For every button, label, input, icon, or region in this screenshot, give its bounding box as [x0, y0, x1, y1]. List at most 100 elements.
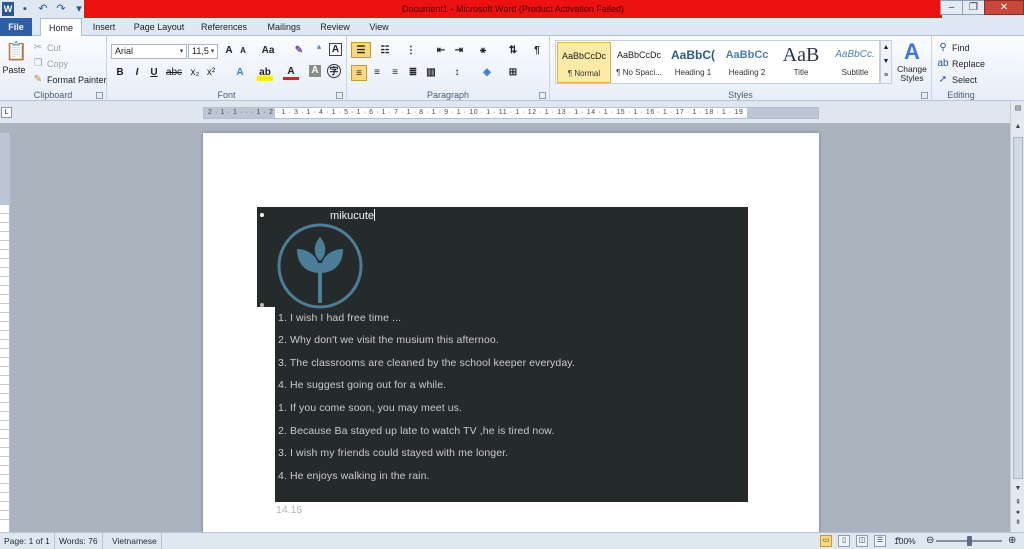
style-heading-2[interactable]: AaBbCc Heading 2 — [720, 42, 774, 83]
restore-button[interactable]: ❐ — [962, 0, 985, 15]
asian-layout-icon[interactable]: ⚹ — [475, 43, 491, 59]
increase-indent-icon[interactable]: ⇥ — [451, 43, 467, 59]
styles-gallery-scroll[interactable]: ▲ ▼ ≡ — [880, 40, 892, 84]
tab-references[interactable]: References — [198, 18, 250, 36]
shrink-font-icon[interactable]: A — [235, 43, 251, 59]
style-normal[interactable]: AaBbCcDc ¶ Normal — [557, 42, 611, 83]
justify-icon[interactable]: ≣ — [405, 65, 421, 81]
resize-handle[interactable] — [260, 303, 264, 307]
font-size-combo[interactable]: 11,5 ▾ — [188, 44, 218, 59]
minimize-button[interactable]: – — [940, 0, 963, 15]
next-page-icon[interactable]: ⇟ — [1012, 517, 1024, 529]
sentence-line[interactable]: 3. The classrooms are cleaned by the sch… — [278, 357, 575, 369]
font-launcher[interactable] — [336, 92, 343, 99]
font-color-icon[interactable]: A — [283, 65, 299, 80]
tab-home[interactable]: Home — [40, 18, 82, 37]
sentence-line[interactable]: 1. If you come soon, you may meet us. — [278, 402, 462, 414]
enclose-characters-icon[interactable]: 字 — [327, 64, 341, 78]
language-indicator[interactable]: Vietnamese — [108, 533, 162, 549]
tab-mailings[interactable]: Mailings — [262, 18, 306, 36]
web-layout-icon[interactable]: ◫ — [856, 535, 868, 547]
phonetic-guide-icon[interactable]: ª — [311, 43, 327, 59]
save-icon[interactable]: ▪ — [18, 2, 32, 16]
highlight-icon[interactable]: ab — [257, 65, 273, 81]
character-border-icon[interactable]: A — [329, 43, 342, 56]
page-text-fragment[interactable]: 14.15 — [276, 504, 302, 516]
line-spacing-icon[interactable]: ↕ — [449, 65, 465, 81]
horizontal-ruler[interactable]: 2 · 1 · 1 · · · 1 · 2 · 1 · 3 · 1 · 4 · … — [203, 107, 819, 119]
italic-button[interactable]: I — [129, 65, 145, 81]
tab-file[interactable]: File — [0, 18, 32, 36]
select-button[interactable]: ➚ Select — [937, 72, 977, 87]
sort-icon[interactable]: ⇅ — [505, 43, 521, 59]
style-no-spacing[interactable]: AaBbCcDc ¶ No Spaci... — [612, 42, 666, 83]
text-effects-icon[interactable]: A — [232, 65, 248, 81]
find-button[interactable]: ⚲ Find — [937, 40, 969, 55]
clear-formatting-icon[interactable]: ✎ — [291, 43, 307, 59]
close-button[interactable]: ✕ — [984, 0, 1024, 15]
decrease-indent-icon[interactable]: ⇤ — [433, 43, 449, 59]
change-case-icon[interactable]: Aa — [257, 43, 279, 59]
align-center-icon[interactable]: ≡ — [369, 65, 385, 81]
align-right-icon[interactable]: ≡ — [387, 65, 403, 81]
shading-icon[interactable]: ◈ — [479, 65, 495, 81]
sentence-line[interactable]: 3. I wish my friends could stayed with m… — [278, 447, 508, 459]
styles-launcher[interactable] — [921, 92, 928, 99]
tab-insert[interactable]: Insert — [88, 18, 120, 36]
paste-button[interactable]: 📋 Paste — [2, 40, 27, 80]
clipboard-launcher[interactable] — [96, 92, 103, 99]
character-shading-icon[interactable]: A — [309, 65, 321, 77]
vertical-scrollbar[interactable]: ▤ ▲ ▼ ⇞ ● ⇟ — [1010, 101, 1024, 532]
shaded-content-block[interactable]: mikucute 1. I wish I had free time ... 2… — [257, 207, 748, 502]
style-title[interactable]: AaB Title — [774, 42, 828, 83]
word-icon[interactable]: W — [2, 2, 14, 16]
ruler-toggle-icon[interactable]: ▤ — [1012, 103, 1024, 115]
align-left-button[interactable]: ≡ — [351, 65, 367, 81]
tab-selector[interactable]: L — [1, 107, 12, 118]
scroll-thumb[interactable] — [1013, 137, 1023, 479]
sentence-line[interactable]: 1. I wish I had free time ... — [278, 312, 401, 324]
print-layout-view-icon[interactable]: ▭ — [820, 535, 832, 547]
sentence-line[interactable]: 2. Why don't we visit the musium this af… — [278, 334, 499, 346]
window-controls: – ❐ ✕ — [940, 0, 1024, 18]
zoom-in-icon[interactable]: ⊕ — [1004, 533, 1020, 549]
bold-button[interactable]: B — [112, 65, 128, 81]
show-formatting-icon[interactable]: ¶ — [529, 43, 545, 59]
full-screen-reading-icon[interactable]: ▯ — [838, 535, 850, 547]
scroll-up-icon[interactable]: ▲ — [1012, 121, 1024, 133]
undo-icon[interactable]: ↶ — [36, 2, 50, 16]
paragraph-launcher[interactable] — [539, 92, 546, 99]
strikethrough-button[interactable]: abc — [165, 65, 183, 81]
superscript-button[interactable]: x² — [203, 65, 219, 81]
numbering-icon[interactable]: ☷ — [377, 43, 393, 59]
borders-icon[interactable]: ⊞ — [505, 65, 521, 81]
replace-button[interactable]: ab Replace — [937, 56, 985, 71]
change-styles-button[interactable]: A Change Styles — [894, 39, 930, 85]
zoom-slider-knob[interactable] — [967, 536, 972, 546]
distributed-icon[interactable]: ▥ — [423, 65, 439, 81]
bullets-button[interactable]: ☰ — [351, 42, 371, 58]
redo-icon[interactable]: ↷ — [54, 2, 68, 16]
style-subtitle[interactable]: AaBbCc. Subtitle — [828, 42, 882, 83]
outline-view-icon[interactable]: ☰ — [874, 535, 886, 547]
vertical-ruler[interactable] — [0, 133, 10, 532]
scroll-down-icon[interactable]: ▼ — [1012, 483, 1024, 495]
font-name-combo[interactable]: Arial ▾ — [111, 44, 187, 59]
page-count[interactable]: Page: 1 of 1 — [0, 533, 55, 549]
underline-button[interactable]: U — [146, 65, 162, 81]
style-heading-1[interactable]: AaBbC( Heading 1 — [666, 42, 720, 83]
multilevel-list-icon[interactable]: ⋮ — [403, 43, 419, 59]
subscript-button[interactable]: x₂ — [187, 65, 203, 81]
tab-review[interactable]: Review — [316, 18, 354, 36]
page[interactable]: mikucute 1. I wish I had free time ... 2… — [203, 133, 819, 532]
tab-page-layout[interactable]: Page Layout — [130, 18, 188, 36]
tab-view[interactable]: View — [364, 18, 394, 36]
sentence-line[interactable]: 4. He suggest going out for a while. — [278, 379, 446, 391]
cut-button[interactable]: ✂ Cut — [32, 40, 61, 55]
word-count[interactable]: Words: 76 — [55, 533, 103, 549]
format-painter-button[interactable]: ✎ Format Painter — [32, 72, 107, 87]
copy-button[interactable]: ❐ Copy — [32, 56, 69, 71]
zoom-level[interactable]: 100% — [890, 533, 920, 549]
sentence-line[interactable]: 4. He enjoys walking in the rain. — [278, 470, 430, 482]
sentence-line[interactable]: 2. Because Ba stayed up late to watch TV… — [278, 425, 554, 437]
